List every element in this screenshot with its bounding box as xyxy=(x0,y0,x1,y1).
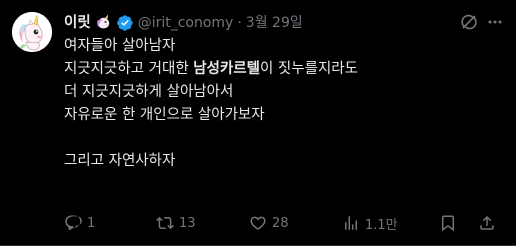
grok-icon[interactable] xyxy=(460,13,478,31)
avatar[interactable] xyxy=(12,12,52,52)
tweet-text-line: 더 지긋지긋하게 살아남아서 xyxy=(64,81,504,104)
like-button[interactable]: 28 xyxy=(249,214,289,232)
retweet-button[interactable]: 13 xyxy=(156,214,196,232)
retweet-icon xyxy=(156,216,174,230)
retweet-count: 13 xyxy=(179,215,196,231)
timestamp[interactable]: 3월 29일 xyxy=(246,12,303,34)
unicorn-emoji-icon xyxy=(95,14,113,32)
bookmark-icon xyxy=(442,215,454,232)
text-segment: 여자들아 살아남자 xyxy=(64,38,176,54)
more-icon[interactable] xyxy=(486,13,504,31)
share-button[interactable] xyxy=(478,214,496,232)
bookmark-button[interactable] xyxy=(439,214,457,232)
tweet-text-line: 그리고 자연사하자 xyxy=(64,150,504,173)
tweet-text-line xyxy=(64,127,504,150)
reply-count: 1 xyxy=(87,215,96,231)
tweet-card[interactable]: 이릿 @irit_conomy · 3월 29일 여자들아 살아남자 지긋지긋하… xyxy=(0,0,516,246)
tweet-text-line: 자유로운 한 개인으로 살아가보자 xyxy=(64,104,504,127)
view-count: 1.1만 xyxy=(365,217,398,233)
tweet-content: 이릿 @irit_conomy · 3월 29일 여자들아 살아남자 지긋지긋하… xyxy=(64,12,504,173)
tweet-text-line: 여자들아 살아남자 xyxy=(64,35,504,58)
views-button[interactable]: 1.1만 xyxy=(342,214,398,233)
verified-badge-icon[interactable] xyxy=(116,14,134,32)
tweet-text-line: 지긋지긋하고 거대한 남성카르텔이 짓누를지라도 xyxy=(64,58,504,81)
tweet-header: 이릿 @irit_conomy · 3월 29일 xyxy=(64,12,504,34)
text-segment: 이 짓누를지라도 xyxy=(259,61,358,77)
reply-button[interactable]: 1 xyxy=(64,214,95,232)
text-segment: 더 지긋지긋하게 살아남아서 xyxy=(64,84,234,100)
text-segment: 자유로운 한 개인으로 살아가보자 xyxy=(64,107,265,123)
heart-icon xyxy=(250,216,266,230)
text-segment-bold: 남성카르텔 xyxy=(193,61,260,77)
user-handle[interactable]: @irit_conomy xyxy=(138,12,234,34)
tweet-text: 여자들아 살아남자 지긋지긋하고 거대한 남성카르텔이 짓누를지라도 더 지긋지… xyxy=(64,35,504,173)
action-bar: 1 13 28 1.1만 xyxy=(64,212,504,234)
text-segment: 그리고 자연사하자 xyxy=(64,153,176,169)
share-icon xyxy=(480,215,494,230)
like-count: 28 xyxy=(272,215,289,231)
reply-icon xyxy=(65,215,82,230)
views-chart-icon xyxy=(345,216,357,230)
text-segment: 지긋지긋하고 거대한 xyxy=(64,61,194,77)
separator-dot: · xyxy=(237,15,242,31)
display-name[interactable]: 이릿 xyxy=(64,12,91,34)
